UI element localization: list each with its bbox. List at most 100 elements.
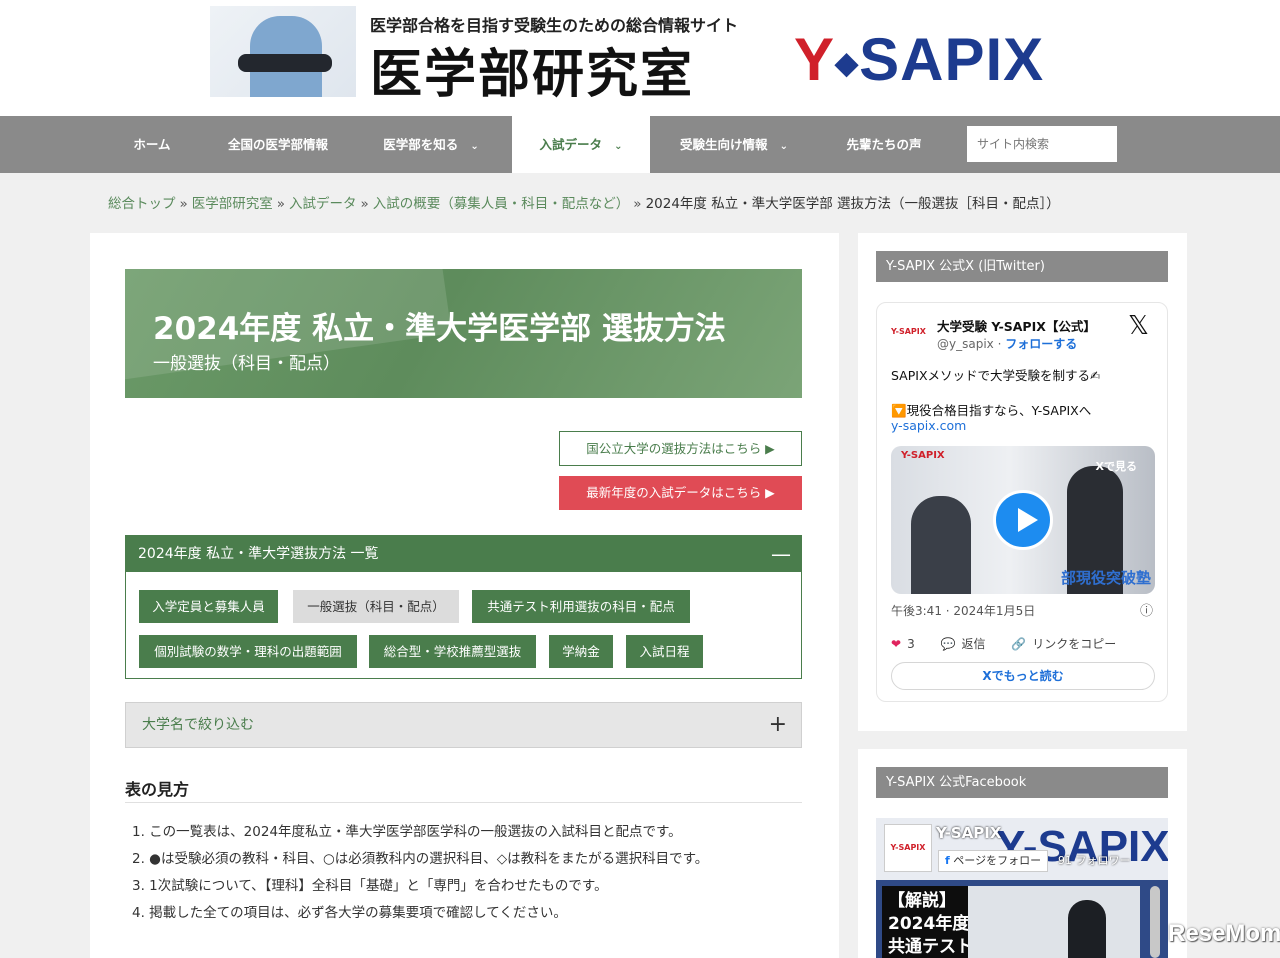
scrollbar[interactable]: [1150, 886, 1160, 958]
breadcrumb-separator: »: [360, 196, 369, 212]
doctor-arms: [238, 54, 332, 72]
breadcrumb-separator: »: [276, 196, 286, 212]
ysapix-logo[interactable]: Y◆SAPIX: [794, 28, 1044, 96]
nav-home[interactable]: ホーム: [116, 116, 188, 173]
post-line: 【解説】: [888, 891, 956, 911]
x-post-timestamp[interactable]: 午後3:41 · 2024年1月5日: [891, 602, 1035, 619]
facebook-page-avatar[interactable]: Y-SAPIX: [884, 824, 932, 872]
accordion-header[interactable]: 2024年度 私立・準大学選抜方法 一覧 —: [126, 536, 801, 572]
hero-banner: 2024年度 私立・準大学医学部 選抜方法 一般選抜（科目・配点）: [125, 269, 802, 398]
facebook-followers: 91 フォロワー: [1058, 854, 1131, 867]
x-widget-heading: Y-SAPIX 公式X (旧Twitter): [876, 251, 1168, 282]
nav-student-info[interactable]: 受験生向け情報 ⌄: [664, 116, 804, 173]
breadcrumb-link[interactable]: 医学部研究室: [192, 196, 273, 212]
tag-general-selection[interactable]: 一般選抜（科目・配点）: [293, 590, 459, 623]
x-post-text: SAPIXメソッドで大学受験を制する✍: [891, 368, 1101, 383]
nav-senpai-voices[interactable]: 先輩たちの声: [826, 116, 942, 173]
breadcrumb-link[interactable]: 入試の概要（募集人員・科目・配点など）: [373, 196, 630, 212]
list-item: 4. 掲載した全ての項目は、必ず各大学の募集要項で確認してください。: [132, 905, 567, 921]
x-post-actions: ❤ 3 💬 返信 🔗 リンクをコピー: [891, 635, 1116, 652]
collapse-icon[interactable]: —: [771, 536, 791, 572]
divider: [125, 802, 802, 803]
x-post-card[interactable]: Y-SAPIX 大学受験 Y-SAPIX【公式】 @y_sapix · フォロー…: [876, 302, 1168, 702]
university-filter[interactable]: 大学名で絞り込む +: [125, 702, 802, 748]
x-account-name[interactable]: 大学受験 Y-SAPIX【公式】: [937, 316, 1096, 335]
reply-label[interactable]: 返信: [961, 637, 985, 651]
breadcrumb: 総合トップ» 医学部研究室» 入試データ» 入試の概要（募集人員・科目・配点など）» 2…: [108, 192, 1060, 212]
sidebar-x-widget: Y-SAPIX 公式X (旧Twitter) Y-SAPIX 大学受験 Y-SA…: [858, 233, 1187, 731]
facebook-post-caption: 【解説】 2024年度 共通テスト: [882, 886, 968, 958]
main-content: 2024年度 私立・準大学医学部 選抜方法 一般選抜（科目・配点） 国公立大学の…: [90, 233, 839, 958]
presenter-figure: [1068, 900, 1106, 958]
chevron-down-icon: ⌄: [614, 141, 623, 152]
video-person: [911, 496, 971, 594]
nav-learn-medical-label: 医学部を知る: [383, 137, 459, 152]
read-more-on-x-button[interactable]: Xでもっと読む: [891, 662, 1155, 690]
tag-common-test[interactable]: 共通テスト利用選抜の科目・配点: [472, 590, 690, 623]
site-title[interactable]: 医学部研究室: [370, 32, 694, 107]
legend-title: 表の見方: [125, 780, 190, 799]
breadcrumb-link[interactable]: 入試データ: [289, 196, 357, 212]
copy-link-label[interactable]: リンクをコピー: [1032, 637, 1116, 651]
video-caption: 部現役突破塾: [1060, 569, 1151, 587]
avatar[interactable]: Y-SAPIX: [891, 323, 935, 341]
filter-label: 大学名で絞り込む: [142, 717, 254, 733]
heart-icon[interactable]: ❤: [891, 637, 901, 651]
facebook-follow-button[interactable]: f ページをフォロー: [938, 850, 1049, 872]
facebook-page-plugin[interactable]: Y-SAPIX Y-SAPIX Y-SAPIX f ページをフォロー 91 フォ…: [876, 818, 1168, 958]
x-follow-link[interactable]: フォローする: [1005, 337, 1077, 351]
nav-learn-medical[interactable]: 医学部を知る ⌄: [366, 116, 496, 173]
logo-diamond-icon: ◆: [835, 47, 860, 81]
facebook-widget-heading: Y-SAPIX 公式Facebook: [876, 767, 1168, 798]
x-post-link[interactable]: y-sapix.com: [891, 418, 966, 433]
tag-math-science-range[interactable]: 個別試験の数学・理科の出題範囲: [139, 635, 357, 668]
facebook-post-image[interactable]: 【解説】 2024年度 共通テスト: [882, 886, 1140, 958]
accordion-title: 2024年度 私立・準大学選抜方法 一覧: [138, 546, 379, 562]
banner-photo[interactable]: [210, 6, 356, 97]
logo-text: SAPIX: [859, 26, 1045, 93]
nav-all-medical[interactable]: 全国の医学部情報: [210, 116, 346, 173]
reply-icon[interactable]: 💬: [941, 637, 956, 651]
nav-exam-data-label: 入試データ: [539, 137, 603, 152]
x-logo-icon[interactable]: 𝕏: [1128, 311, 1149, 341]
main-nav: ホーム 全国の医学部情報 医学部を知る ⌄ 入試データ ⌄ 受験生向け情報 ⌄ 先輩た…: [0, 116, 1280, 173]
resemom-watermark: ReseMom: [1168, 920, 1280, 947]
watch-on-x-label[interactable]: Xで見る: [1096, 458, 1137, 474]
tag-tuition[interactable]: 学納金: [549, 635, 613, 668]
sidebar-facebook-widget: Y-SAPIX 公式Facebook Y-SAPIX Y-SAPIX Y-SAP…: [858, 749, 1187, 958]
post-line: 2024年度: [888, 914, 968, 934]
post-line: 共通テスト: [888, 937, 968, 957]
tag-exam-schedule[interactable]: 入試日程: [626, 635, 703, 668]
x-post-text: 🔽現役合格目指すなら、Y-SAPIXへ: [891, 403, 1092, 418]
breadcrumb-link[interactable]: 総合トップ: [108, 196, 176, 212]
tag-enrollment[interactable]: 入学定員と募集人員: [139, 590, 278, 623]
page-title: 2024年度 私立・準大学医学部 選抜方法: [153, 311, 726, 347]
list-item: 3. 1次試験について、【理科】全科目「基礎」と「専門」を合わせたものです。: [132, 878, 608, 894]
x-post-video[interactable]: Y-SAPIX Xで見る 部現役突破塾: [891, 446, 1155, 594]
list-item: 1. この一覧表は、2024年度私立・準大学医学部医学科の一般選抜の入試科目と配…: [132, 824, 682, 840]
link-icon[interactable]: 🔗: [1011, 637, 1026, 651]
play-icon[interactable]: [993, 490, 1053, 550]
nav-student-info-label: 受験生向け情報: [680, 137, 768, 152]
breadcrumb-separator: »: [633, 196, 642, 212]
national-university-button[interactable]: 国公立大学の選抜方法はこちら ▶: [559, 431, 802, 466]
x-account-handle: @y_sapix · フォローする: [937, 335, 1077, 352]
breadcrumb-separator: »: [179, 196, 188, 212]
site-search-input[interactable]: [967, 126, 1117, 162]
chevron-down-icon: ⌄: [470, 141, 479, 152]
logo-y: Y: [794, 26, 836, 93]
x-handle-separator: ·: [993, 337, 1006, 351]
video-logo: Y-SAPIX: [901, 450, 945, 461]
breadcrumb-current: 2024年度 私立・準大学医学部 選抜方法（一般選抜［科目・配点］）: [645, 196, 1060, 212]
expand-icon[interactable]: +: [769, 703, 787, 747]
list-item: 2. ●は受験必須の教科・科目、○は必須教科内の選択科目、◇は教科をまたがる選択…: [132, 851, 709, 867]
nav-exam-data[interactable]: 入試データ ⌄: [512, 116, 650, 173]
facebook-page-name[interactable]: Y-SAPIX: [936, 824, 1001, 842]
latest-data-button[interactable]: 最新年度の入試データはこちら ▶: [559, 476, 802, 510]
tag-comprehensive[interactable]: 総合型・学校推薦型選抜: [369, 635, 536, 668]
legend-notes: 1. この一覧表は、2024年度私立・準大学医学部医学科の一般選抜の入試科目と配…: [132, 819, 708, 927]
info-icon[interactable]: ⓘ: [1140, 600, 1153, 619]
x-handle-text: @y_sapix: [937, 337, 994, 351]
chevron-down-icon: ⌄: [779, 141, 788, 152]
like-count[interactable]: 3: [907, 637, 915, 651]
